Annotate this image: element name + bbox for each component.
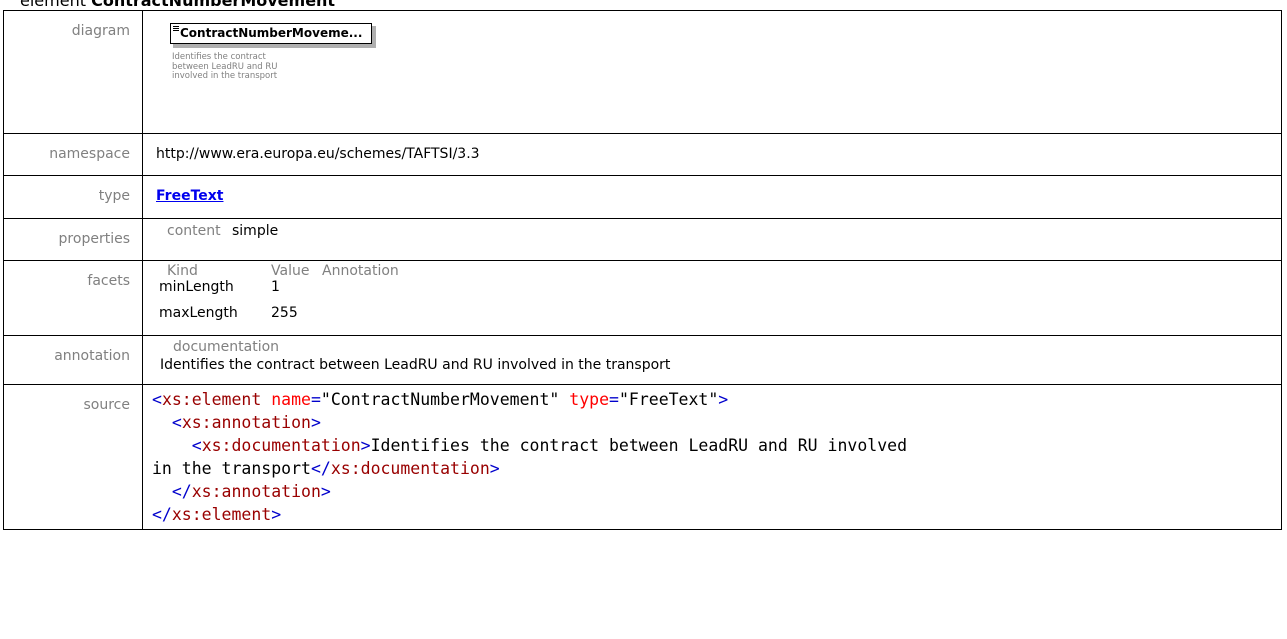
row-label-diagram: diagram xyxy=(3,10,143,134)
facets-header-kind: Kind xyxy=(167,263,198,279)
row-type: type FreeText xyxy=(3,175,1282,219)
heading-element-name: ContractNumberMovement xyxy=(91,0,336,10)
heading-prefix: element xyxy=(20,0,86,10)
xml-tag: <xs:element xyxy=(152,390,262,409)
diagram-note: Identifies the contract between LeadRU a… xyxy=(172,52,278,81)
xml-tag: </xs:annotation> xyxy=(171,482,331,501)
diagram-element-box[interactable]: ContractNumberMoveme... xyxy=(170,23,377,49)
row-label-namespace: namespace xyxy=(3,133,143,176)
xml-tag: <xs:documentation> xyxy=(191,436,371,455)
diagram-box-main: ContractNumberMoveme... xyxy=(170,23,372,44)
element-lines-icon xyxy=(173,26,179,32)
row-diagram: diagram ContractNumberMoveme... Identifi… xyxy=(3,10,1282,134)
row-label-facets: facets xyxy=(3,260,143,336)
source-code: <xs:element name="ContractNumberMovement… xyxy=(152,390,908,524)
xml-text: in the transport xyxy=(152,459,311,478)
row-label-type: type xyxy=(3,175,143,219)
row-source: source <xs:element name="ContractNumberM… xyxy=(3,384,1282,530)
element-doc-table: diagram ContractNumberMoveme... Identifi… xyxy=(3,10,1282,530)
row-label-annotation: annotation xyxy=(3,335,143,385)
type-link[interactable]: FreeText xyxy=(156,188,223,204)
facet-kind: minLength xyxy=(159,279,234,295)
xml-tag: <xs:annotation> xyxy=(171,413,321,432)
facet-value: 255 xyxy=(271,305,298,321)
xml-tag: > xyxy=(718,390,729,409)
xml-attr-name: name xyxy=(271,390,311,409)
namespace-value: http://www.era.europa.eu/schemes/TAFTSI/… xyxy=(142,133,1282,176)
row-label-properties: properties xyxy=(3,218,143,261)
row-properties: properties content simple xyxy=(3,218,1282,261)
xml-attr-value: "ContractNumberMovement" xyxy=(320,390,560,409)
diagram-box-title: ContractNumberMoveme... xyxy=(180,26,363,40)
annotation-key: documentation xyxy=(173,339,280,355)
xml-tag: </xs:documentation> xyxy=(310,459,500,478)
xml-tag: </xs:element> xyxy=(152,505,282,524)
property-row: content simple xyxy=(167,223,1281,239)
row-namespace: namespace http://www.era.europa.eu/schem… xyxy=(3,133,1282,176)
page-heading: element ContractNumberMovement xyxy=(20,0,335,10)
facets-header-annotation: Annotation xyxy=(322,263,399,279)
facets-header-value: Value xyxy=(271,263,310,279)
row-label-source: source xyxy=(3,384,143,530)
facet-kind: maxLength xyxy=(159,305,238,321)
xml-attr-value: "FreeText" xyxy=(618,390,719,409)
property-value: simple xyxy=(232,223,279,239)
xml-attr-name: type xyxy=(569,390,610,409)
annotation-value: Identifies the contract between LeadRU a… xyxy=(160,357,671,373)
property-key: content xyxy=(167,223,221,239)
row-annotation: annotation documentation Identifies the … xyxy=(3,335,1282,385)
row-facets: facets Kind Value Annotation minLength 1… xyxy=(3,260,1282,336)
facets-table: Kind Value Annotation minLength 1 maxLen… xyxy=(156,263,399,331)
xml-text: Identifies the contract between LeadRU a… xyxy=(370,436,908,455)
facet-value: 1 xyxy=(271,279,280,295)
